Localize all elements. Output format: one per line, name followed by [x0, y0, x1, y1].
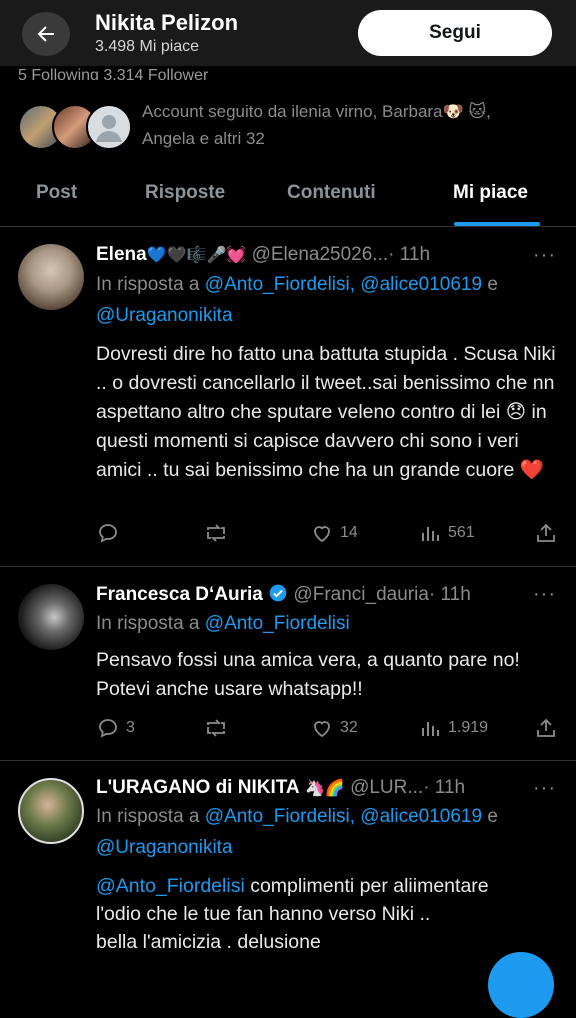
avatar[interactable] — [18, 244, 84, 310]
mention-link[interactable]: @Uraganonikita — [96, 305, 233, 326]
like-button[interactable]: 32 — [310, 716, 358, 740]
compose-button[interactable] — [488, 952, 554, 1018]
reply-prefix: In risposta a — [96, 806, 205, 827]
reply-context: In risposta a @Anto_Fiordelisi, @alice01… — [96, 269, 566, 331]
repost-icon — [207, 719, 225, 737]
tweet-time: · 11h — [423, 777, 466, 798]
views-count: 1.919 — [448, 719, 489, 736]
heart-icon — [314, 526, 330, 543]
tweet-actions: 3 32 1.919 — [96, 716, 558, 740]
avatar — [86, 104, 132, 150]
tweet-time: · 11h — [428, 584, 471, 605]
like-count: 32 — [340, 719, 358, 736]
tab-contenuti[interactable]: Contenuti — [287, 182, 376, 204]
avatar[interactable] — [18, 778, 84, 844]
tweet-author-handle[interactable]: @LUR... — [350, 777, 423, 798]
verified-badge-icon — [269, 584, 287, 602]
tweet[interactable]: Elena💙🖤🎼🎤💓 @Elena25026...· 11h ··· In ri… — [0, 226, 576, 567]
views-icon — [422, 722, 439, 736]
tweet-actions: 14 561 — [96, 521, 558, 545]
mention-link[interactable]: @Anto_Fiordelisi — [96, 875, 245, 897]
mention-link[interactable]: @Anto_Fiordelisi, @alice010619 — [205, 274, 482, 295]
followed-by-text: Account seguito da ilenia virno, Barbara… — [142, 102, 491, 148]
repost-icon — [207, 524, 225, 542]
reply-prefix: In risposta a — [96, 613, 205, 634]
views-button[interactable]: 1.919 — [418, 716, 488, 740]
avatar[interactable] — [18, 584, 84, 650]
profile-likes-count: 3.498 Mi piace — [95, 38, 200, 55]
share-icon — [537, 523, 555, 542]
repost-button[interactable] — [204, 521, 234, 545]
tweet-author-name[interactable]: Francesca D‘Auria — [96, 584, 263, 605]
name-emojis: 🦄🌈 — [304, 778, 345, 797]
like-count: 14 — [340, 524, 358, 541]
followed-by-row[interactable]: Account seguito da ilenia virno, Barbara… — [18, 96, 558, 156]
follow-stats[interactable]: 5 Following 3.314 Follower — [18, 66, 208, 80]
profile-tabs: Post Risposte Contenuti Mi piace — [0, 168, 576, 227]
views-count: 561 — [448, 524, 475, 541]
reply-and: e — [482, 274, 498, 295]
tweet-author-handle[interactable]: @Franci_dauria — [293, 584, 428, 605]
views-button[interactable]: 561 — [418, 521, 475, 545]
profile-header: Nikita Pelizon 3.498 Mi piace Segui — [0, 0, 576, 66]
more-icon[interactable]: ··· — [533, 777, 556, 800]
tweet-author-handle[interactable]: @Elena25026... — [252, 244, 389, 265]
reply-prefix: In risposta a — [96, 274, 205, 295]
mention-link[interactable]: @Anto_Fiordelisi — [205, 613, 350, 634]
share-button[interactable] — [534, 521, 564, 545]
followers-avatars — [18, 104, 133, 150]
reply-button[interactable] — [96, 521, 126, 545]
tweet-text: Pensavo fossi una amica vera, a quanto p… — [96, 649, 520, 700]
heart-icon — [314, 721, 330, 738]
follow-button[interactable]: Segui — [358, 10, 552, 56]
reply-context: In risposta a @Anto_Fiordelisi, @alice01… — [96, 801, 566, 863]
reply-context: In risposta a @Anto_Fiordelisi — [96, 608, 566, 639]
body-line: l'odio che le tue fan hanno verso Niki .… — [96, 903, 431, 925]
name-emojis: 💙🖤🎼🎤💓 — [146, 245, 247, 264]
back-button[interactable] — [22, 12, 70, 56]
arrow-left-icon — [37, 26, 54, 42]
share-icon — [537, 718, 555, 737]
mention-link[interactable]: @Anto_Fiordelisi, @alice010619 — [205, 806, 482, 827]
reply-and: e — [482, 806, 498, 827]
reply-icon — [99, 719, 117, 738]
tweet[interactable]: Francesca D‘Auria @Franci_dauria· 11h ··… — [0, 566, 576, 761]
tweet-time: · 11h — [388, 244, 431, 265]
tweet-author-name[interactable]: Elena — [96, 244, 147, 265]
mention-link[interactable]: @Uraganonikita — [96, 837, 233, 858]
tab-risposte[interactable]: Risposte — [145, 182, 225, 204]
tweet-text: @Anto_Fiordelisi complimenti per aliimen… — [96, 872, 566, 956]
reply-button[interactable]: 3 — [96, 716, 135, 740]
tweet-text: Dovresti dire ho fatto una battuta stupi… — [96, 343, 556, 481]
like-button[interactable]: 14 — [310, 521, 358, 545]
reply-icon — [99, 524, 117, 543]
body-line: bella l'amicizia . delusione — [96, 931, 321, 953]
default-avatar-icon — [96, 115, 122, 142]
more-icon[interactable]: ··· — [533, 583, 556, 606]
more-icon[interactable]: ··· — [533, 244, 556, 267]
tweet-author-name[interactable]: L'URAGANO di NIKITA — [96, 777, 300, 798]
reply-count: 3 — [126, 719, 135, 736]
profile-name: Nikita Pelizon — [95, 10, 239, 35]
tweet[interactable]: L'URAGANO di NIKITA 🦄🌈 @LUR...· 11h ··· … — [0, 760, 576, 963]
share-button[interactable] — [534, 716, 564, 740]
tab-post[interactable]: Post — [36, 182, 77, 204]
tab-mi-piace[interactable]: Mi piace — [453, 182, 528, 204]
views-icon — [422, 527, 439, 541]
repost-button[interactable] — [204, 716, 234, 740]
body-line: complimenti per aliimentare — [244, 875, 489, 897]
